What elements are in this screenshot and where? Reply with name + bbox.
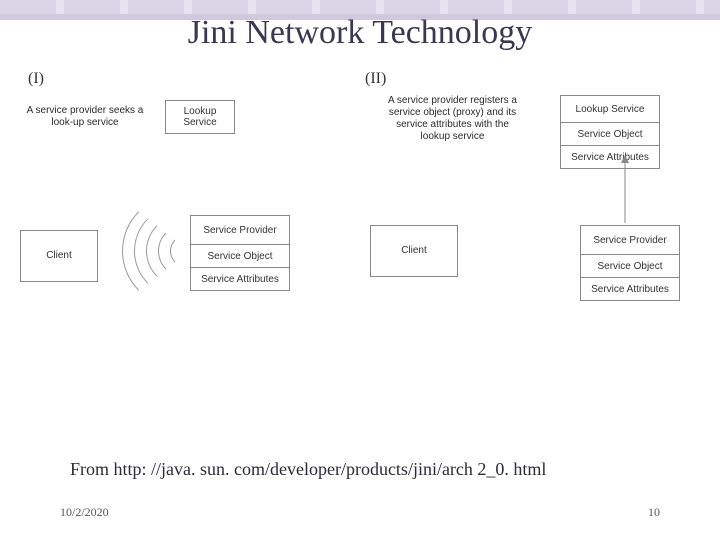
panel-label-2: (II)	[365, 70, 386, 88]
footer-page: 10	[648, 505, 660, 520]
panel2-register-text: A service provider registers a service o…	[380, 95, 525, 143]
panel1-seek-text: A service provider seeks a look-up servi…	[25, 105, 145, 129]
source-caption: From http: //java. sun. com/developer/pr…	[70, 459, 546, 480]
panel2-provider-title: Service Provider	[581, 226, 679, 254]
panel1-lookup-service-box: Lookup Service	[165, 100, 235, 134]
panel2-provider-object: Service Object	[581, 254, 679, 277]
panel2-client-box: Client	[370, 225, 458, 277]
panel1-client-box: Client	[20, 230, 98, 282]
diagram-area: A service provider seeks a look-up servi…	[20, 95, 700, 395]
panel-label-1: (I)	[28, 70, 44, 88]
broadcast-arc	[122, 195, 234, 307]
footer-date: 10/2/2020	[60, 505, 109, 520]
panel2-lookup-object: Service Object	[561, 122, 659, 145]
slide-title: Jini Network Technology	[0, 14, 720, 52]
panel2-provider-attrs: Service Attributes	[581, 277, 679, 300]
panel2-register-arrow	[610, 155, 640, 225]
panel2-lookup-title: Lookup Service	[561, 96, 659, 122]
